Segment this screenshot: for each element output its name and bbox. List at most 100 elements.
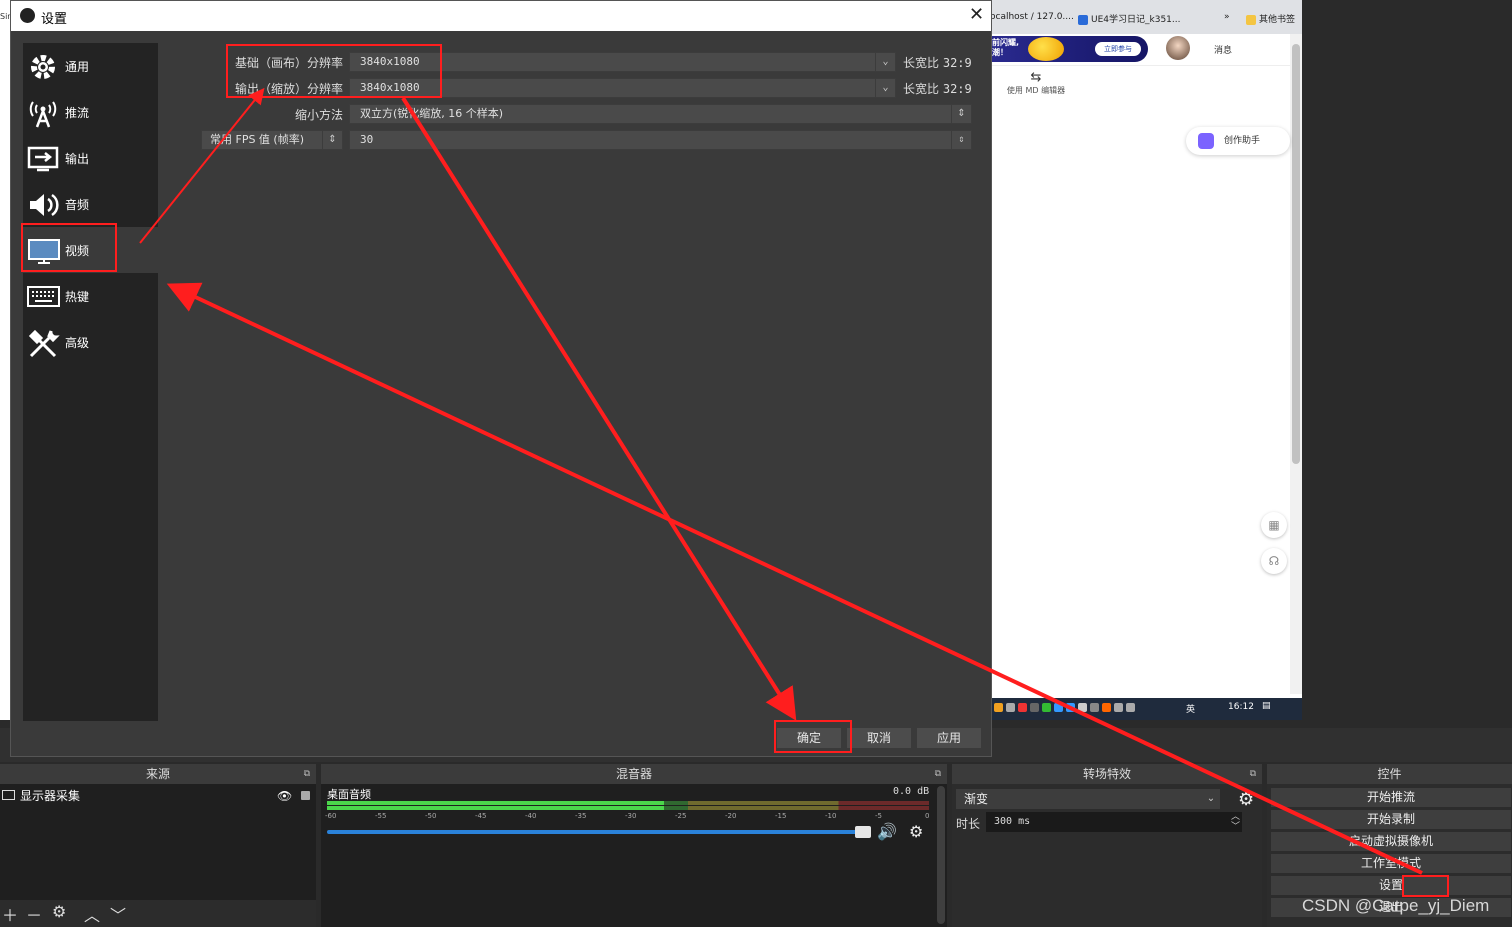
tray-icon[interactable] — [1018, 703, 1027, 712]
source-item[interactable]: 显示器采集 👁 — [0, 786, 316, 806]
nav-item-output[interactable]: 输出 — [23, 135, 158, 181]
apply-button[interactable]: 应用 — [917, 728, 981, 748]
settings-button[interactable]: 设置 — [1271, 876, 1511, 895]
network-icon[interactable] — [1114, 703, 1123, 712]
tray-icon[interactable] — [1090, 703, 1099, 712]
annotation-box-resolution — [226, 44, 442, 98]
taskbar-clock[interactable]: 16:12 — [1228, 702, 1254, 712]
settings-dialog: 设置 ✕ 通用 推流 输出 音频 视频 热键 高级 基础（画布）分辨率 3840… — [10, 0, 992, 757]
annotation-box-settings — [1402, 875, 1449, 897]
sources-dock: 来源 ⧉ 显示器采集 👁 ＋ － ⚙ ︿ ﹀ — [0, 764, 316, 927]
tray-icon[interactable] — [994, 703, 1003, 712]
studio-mode-button[interactable]: 工作室模式 — [1271, 854, 1511, 873]
bookmarks-overflow[interactable]: » — [1224, 12, 1230, 22]
tray-icon[interactable] — [1030, 703, 1039, 712]
tray-icon[interactable] — [1054, 703, 1063, 712]
keyboard-icon — [27, 286, 60, 307]
move-down-icon[interactable]: ﹀ — [110, 902, 126, 926]
transitions-dock-title: 转场特效 ⧉ — [952, 764, 1262, 784]
downscale-filter-select[interactable]: 双立方(锐化缩放, 16 个样本) ⇕ — [349, 104, 972, 124]
volume-slider-handle[interactable] — [855, 826, 871, 838]
ime-indicator[interactable]: 英 — [1186, 702, 1195, 715]
browser-scrollbar[interactable] — [1290, 34, 1302, 694]
close-icon[interactable]: ✕ — [969, 4, 984, 25]
scrollbar-thumb[interactable] — [1292, 44, 1300, 464]
mixer-db-readout: 0.0 dB — [893, 786, 930, 797]
join-button[interactable]: 立即参与 — [1095, 42, 1141, 56]
base-aspect-ratio: 长宽比 32:9 — [903, 56, 972, 70]
spinner-arrows-icon[interactable]: ⇕ — [322, 131, 342, 149]
mixer-body: 桌面音频 0.0 dB -60 -55 -50 -45 -40 -35 -30 … — [321, 784, 947, 927]
dialog-title: 设置 — [41, 12, 68, 27]
chevron-down-icon[interactable]: ⌄ — [875, 53, 895, 71]
volume-icon[interactable] — [1126, 703, 1135, 712]
fps-value-select[interactable]: 30 ⇕ — [349, 130, 972, 150]
bookmark-ue4[interactable]: UE4学习日记_k351... — [1078, 12, 1180, 25]
undock-icon[interactable]: ⧉ — [935, 764, 941, 784]
swap-icon: ⇆ — [1030, 70, 1042, 85]
tray-icon[interactable] — [1102, 703, 1111, 712]
meter-ticks: -60 -55 -50 -45 -40 -35 -30 -25 -20 -15 … — [325, 812, 930, 820]
notification-icon[interactable]: ▤ — [1262, 701, 1271, 711]
bookmark-other[interactable]: 其他书签 — [1246, 12, 1295, 25]
bookmark-localhost[interactable]: ocalhost / 127.0.... — [990, 12, 1074, 22]
transitions-dock: 转场特效 ⧉ 渐变 ⌄ ⚙ 时长 300 ms ︿ ﹀ — [952, 764, 1262, 927]
system-tray — [994, 703, 1138, 713]
mixer-scrollbar[interactable] — [937, 786, 945, 924]
robot-icon — [1198, 133, 1214, 149]
spinner-arrows-icon[interactable]: ⇕ — [951, 131, 971, 149]
qrcode-icon[interactable]: ▦ — [1261, 512, 1287, 538]
fps-type-select[interactable]: 常用 FPS 值 (帧率) ⇕ — [201, 130, 343, 150]
avatar[interactable] — [1166, 36, 1190, 60]
transition-select[interactable]: 渐变 ⌄ — [956, 789, 1220, 809]
tray-icon[interactable] — [1066, 703, 1075, 712]
visibility-eye-icon[interactable]: 👁 — [277, 786, 292, 806]
volume-slider[interactable] — [327, 830, 867, 834]
tray-icon[interactable] — [1006, 703, 1015, 712]
start-virtual-camera-button[interactable]: 启动虚拟摄像机 — [1271, 832, 1511, 851]
spinner-arrows-icon[interactable]: ︿ ﹀ — [1231, 812, 1240, 832]
level-meter-active — [327, 801, 929, 805]
spinner-arrows-icon[interactable]: ⇕ — [951, 105, 971, 123]
antenna-icon — [29, 101, 57, 128]
nav-item-audio[interactable]: 音频 — [23, 181, 158, 227]
md-editor-switch[interactable]: ⇆ 使用 MD 编辑器 — [1006, 70, 1066, 96]
chevron-down-icon[interactable]: ⌄ — [875, 79, 895, 97]
mixer-dock: 混音器 ⧉ 桌面音频 0.0 dB -60 -55 -50 -45 -40 -35… — [321, 764, 947, 927]
duration-input[interactable]: 300 ms ︿ ﹀ — [986, 812, 1242, 832]
undock-icon[interactable]: ⧉ — [1250, 764, 1256, 784]
background-browser: ocalhost / 127.0.... UE4学习日记_k351... » 其… — [990, 0, 1302, 720]
speaker-icon — [30, 193, 59, 217]
undock-icon[interactable]: ⧉ — [304, 764, 310, 784]
start-streaming-button[interactable]: 开始推流 — [1271, 788, 1511, 807]
nav-item-advanced[interactable]: 高级 — [23, 319, 158, 365]
settings-nav: 通用 推流 输出 音频 视频 热键 高级 — [23, 43, 158, 721]
tray-icon[interactable] — [1078, 703, 1087, 712]
start-recording-button[interactable]: 开始录制 — [1271, 810, 1511, 829]
transition-gear-icon[interactable]: ⚙ — [1238, 789, 1254, 810]
duration-label: 时长 — [956, 817, 981, 831]
lock-icon[interactable] — [301, 791, 310, 800]
wechat-icon[interactable] — [1042, 703, 1051, 712]
messages-link[interactable]: 消息 — [1214, 43, 1232, 56]
chevron-down-icon[interactable]: ⌄ — [1202, 789, 1220, 809]
nav-item-stream[interactable]: 推流 — [23, 89, 158, 135]
nav-item-hotkeys[interactable]: 热键 — [23, 273, 158, 319]
sources-dock-title: 来源 ⧉ — [0, 764, 316, 784]
promo-ad[interactable]: 前闪耀, 潮！ 立即参与 — [990, 36, 1148, 62]
add-source-icon[interactable]: ＋ — [2, 902, 18, 926]
mixer-gear-icon[interactable]: ⚙ — [909, 822, 923, 841]
headset-icon[interactable]: ☊ — [1261, 548, 1287, 574]
annotation-box-ok — [774, 720, 852, 753]
source-properties-gear-icon[interactable]: ⚙ — [52, 902, 66, 921]
windows-taskbar: 英 16:12 ▤ — [990, 698, 1302, 720]
nav-item-general[interactable]: 通用 — [23, 43, 158, 89]
move-up-icon[interactable]: ︿ — [84, 902, 100, 926]
tools-icon — [28, 329, 60, 358]
downscale-filter-label: 缩小方法 — [294, 108, 343, 122]
remove-source-icon[interactable]: － — [26, 902, 42, 926]
mute-speaker-icon[interactable]: 🔊 — [877, 822, 897, 841]
promo-banner: 前闪耀, 潮！ 立即参与 — [990, 34, 1302, 66]
creation-assistant-button[interactable]: 创作助手 — [1186, 127, 1290, 155]
cancel-button[interactable]: 取消 — [847, 728, 911, 748]
